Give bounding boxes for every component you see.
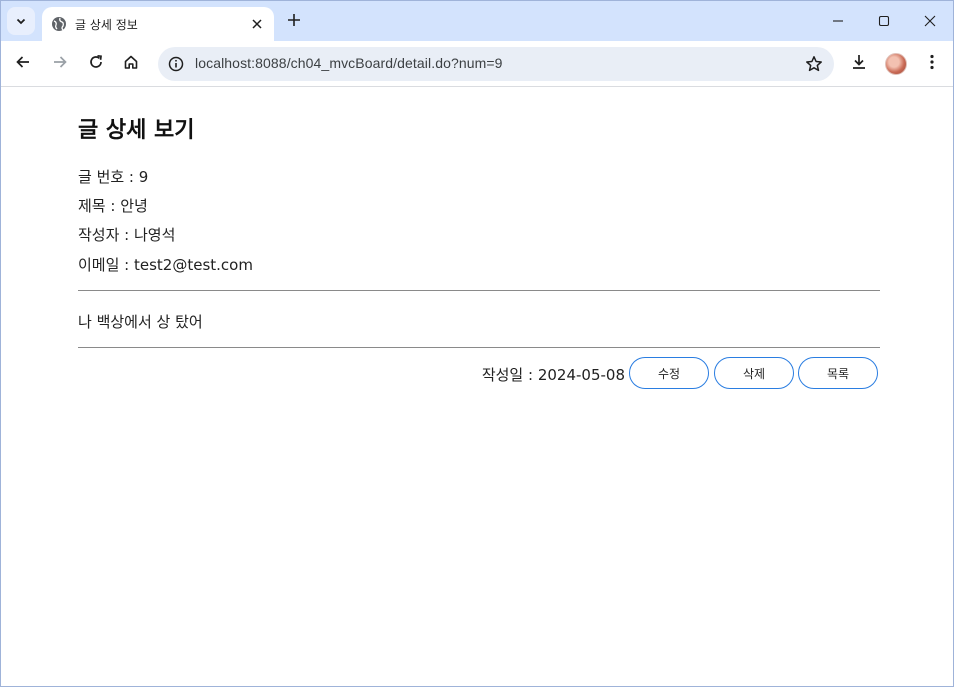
forward-arrow-icon bbox=[52, 54, 68, 74]
tab-title: 글 상세 정보 bbox=[75, 17, 138, 32]
browser-toolbar: localhost:8088/ch04_mvcBoard/detail.do?n… bbox=[1, 41, 953, 87]
page-viewport: 글 상세 보기 글 번호 : 9 제목 : 안녕 작성자 : 나영석 이메일 :… bbox=[1, 88, 953, 686]
reload-button[interactable] bbox=[82, 50, 110, 78]
minimize-icon bbox=[832, 12, 844, 31]
browser-menu-button[interactable] bbox=[918, 50, 946, 78]
active-tab[interactable]: 글 상세 정보 bbox=[42, 7, 274, 41]
tab-search-button[interactable] bbox=[7, 7, 35, 35]
close-icon bbox=[924, 12, 936, 31]
post-date: 작성일 : 2024-05-08 bbox=[481, 366, 625, 384]
post-author: 작성자 : 나영석 bbox=[78, 226, 176, 244]
info-icon[interactable] bbox=[166, 54, 186, 74]
url-text[interactable]: localhost:8088/ch04_mvcBoard/detail.do?n… bbox=[195, 55, 503, 71]
post-title: 제목 : 안녕 bbox=[78, 197, 148, 215]
browser-window: 글 상세 정보 localhost:8088/ch04_mvcBoard/det… bbox=[0, 0, 954, 687]
maximize-button[interactable] bbox=[869, 7, 899, 35]
post-body: 나 백상에서 상 탔어 bbox=[78, 313, 203, 331]
tab-strip: 글 상세 정보 bbox=[1, 1, 953, 41]
post-email: 이메일 : test2@test.com bbox=[78, 256, 253, 274]
page-title: 글 상세 보기 bbox=[78, 118, 195, 143]
back-arrow-icon bbox=[15, 54, 31, 74]
address-bar[interactable]: localhost:8088/ch04_mvcBoard/detail.do?n… bbox=[158, 47, 834, 81]
home-button[interactable] bbox=[117, 50, 145, 78]
forward-button[interactable] bbox=[46, 50, 74, 78]
back-button[interactable] bbox=[9, 50, 37, 78]
profile-avatar[interactable] bbox=[885, 53, 907, 75]
tab-close-button[interactable] bbox=[247, 14, 267, 34]
edit-button[interactable]: 수정 bbox=[629, 357, 709, 389]
chevron-down-icon bbox=[15, 12, 27, 31]
star-icon[interactable] bbox=[804, 54, 824, 74]
new-tab-button[interactable] bbox=[283, 10, 305, 32]
plus-icon bbox=[287, 12, 301, 31]
post-number: 글 번호 : 9 bbox=[78, 168, 149, 186]
minimize-button[interactable] bbox=[823, 7, 853, 35]
globe-icon bbox=[51, 16, 67, 32]
reload-icon bbox=[88, 54, 104, 74]
download-icon bbox=[850, 53, 868, 75]
divider-top bbox=[78, 290, 880, 291]
home-icon bbox=[123, 54, 139, 74]
maximize-icon bbox=[878, 12, 890, 31]
delete-button[interactable]: 삭제 bbox=[714, 357, 794, 389]
download-button[interactable] bbox=[845, 50, 873, 78]
close-window-button[interactable] bbox=[915, 7, 945, 35]
list-button[interactable]: 목록 bbox=[798, 357, 878, 389]
post-footer: 작성일 : 2024-05-08 수정 삭제 목록 bbox=[78, 356, 880, 390]
kebab-menu-icon bbox=[930, 54, 934, 74]
divider-bottom bbox=[78, 347, 880, 348]
